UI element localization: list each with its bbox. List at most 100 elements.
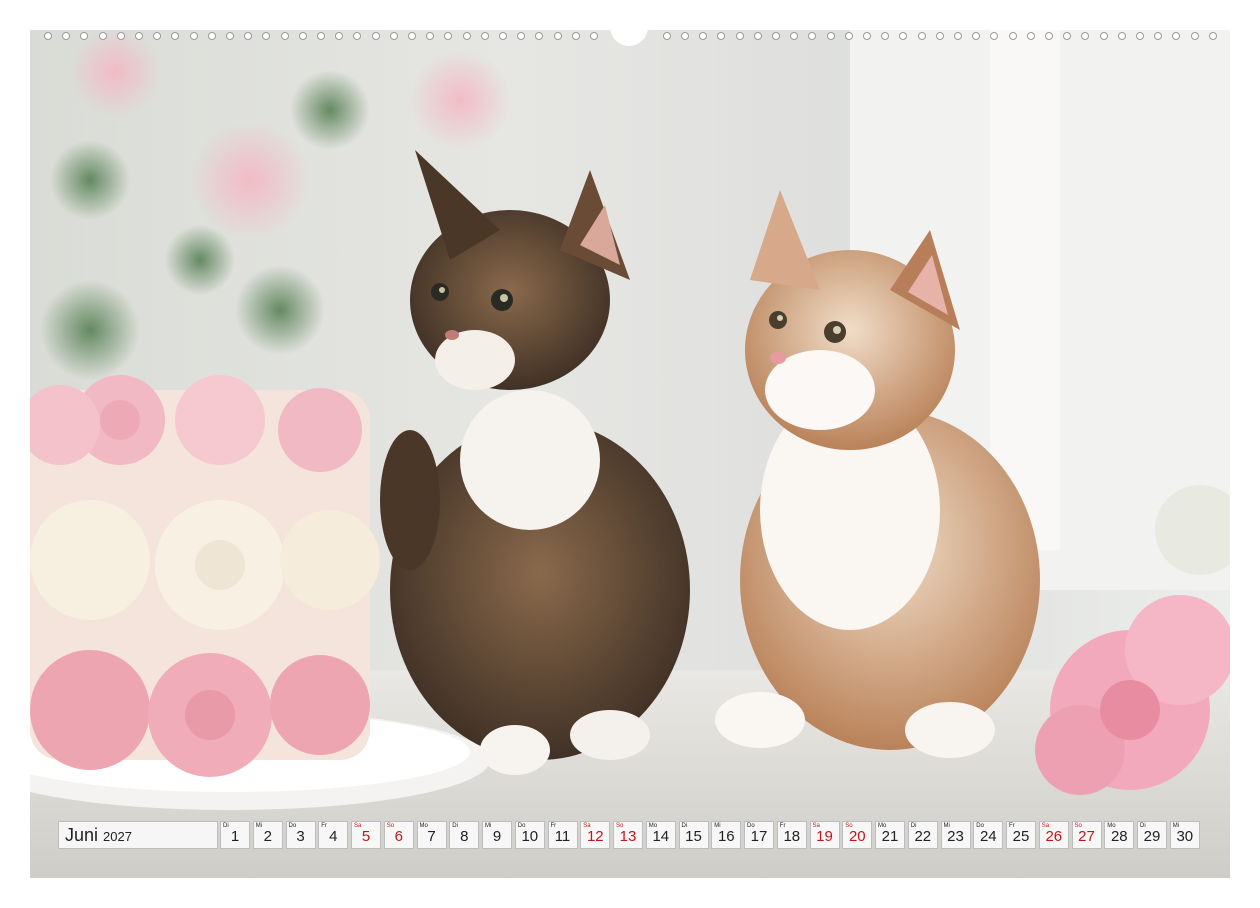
binding-hole: [1136, 32, 1144, 40]
day-cell: Sa 26: [1038, 821, 1069, 849]
binding-hole: [189, 32, 198, 40]
day-cell: Di 15: [678, 821, 709, 849]
day-number: 4: [329, 828, 338, 845]
binding-hole: [1208, 32, 1217, 40]
day-cell: So 6: [383, 821, 414, 849]
binding-hole: [499, 32, 507, 40]
binding-hole: [1045, 32, 1053, 40]
day-cell: Mi 23: [940, 821, 971, 849]
binding-hole: [44, 32, 52, 40]
binding-hole: [917, 32, 926, 40]
day-number: 23: [947, 828, 964, 845]
binding-hole: [1081, 32, 1090, 40]
binding-hole: [863, 32, 871, 40]
day-number: 29: [1143, 828, 1161, 845]
tabby-kitten: [380, 150, 690, 775]
day-number: 13: [619, 828, 637, 845]
day-number: 24: [979, 828, 997, 845]
day-number: 7: [427, 828, 436, 845]
binding-hole: [426, 32, 435, 40]
day-number: 25: [1012, 828, 1030, 845]
binding-hole: [62, 32, 71, 40]
hanger-notch: [610, 26, 648, 46]
binding-hole: [244, 32, 253, 40]
day-cell: So 13: [613, 821, 643, 849]
binding-hole: [662, 32, 671, 40]
day-cell: Fr 11: [547, 821, 578, 849]
binding-hole: [371, 32, 380, 40]
day-number: 6: [394, 828, 403, 845]
binding-hole: [826, 32, 835, 40]
binding-hole: [389, 32, 398, 40]
day-cell: Di 1: [220, 821, 250, 849]
binding-hole: [1026, 32, 1035, 40]
binding-hole: [772, 32, 780, 40]
cake-roses: [30, 375, 380, 777]
day-cell: Do 17: [744, 821, 774, 849]
binding-hole: [98, 32, 107, 40]
binding-hole: [899, 32, 908, 40]
day-cell: Mo 14: [645, 821, 676, 849]
binding-hole: [808, 32, 817, 40]
day-cell: Sa 19: [809, 821, 840, 849]
day-cell: Mo 28: [1104, 821, 1135, 849]
binding-hole: [954, 32, 962, 40]
day-cell: Mo 7: [416, 821, 447, 849]
binding-hole: [717, 32, 726, 40]
binding-hole: [990, 32, 999, 40]
day-cell: Mi 2: [252, 821, 283, 849]
day-number: 28: [1110, 828, 1128, 845]
day-cell: Sa 5: [351, 821, 381, 849]
binding-hole: [462, 32, 471, 40]
day-cell: Di 29: [1137, 821, 1167, 849]
day-number: 15: [685, 828, 702, 845]
day-number: 2: [263, 828, 272, 845]
day-number: 9: [492, 828, 502, 845]
binding-hole: [444, 32, 453, 40]
binding-hole: [153, 32, 162, 40]
day-number: 3: [296, 828, 305, 845]
binding-hole: [1154, 32, 1163, 40]
binding-hole: [353, 32, 362, 40]
binding-hole: [1008, 32, 1017, 40]
binding-hole: [590, 32, 598, 40]
day-number: 27: [1078, 828, 1095, 845]
day-number: 18: [783, 828, 801, 845]
binding-hole: [226, 32, 234, 40]
photo-illustration: [30, 30, 1230, 878]
binding-hole: [207, 32, 216, 40]
binding-hole: [408, 32, 416, 40]
binding-hole: [972, 32, 981, 40]
binding-hole: [681, 32, 689, 40]
month-label: Juni 2027: [58, 821, 218, 849]
binding-hole: [317, 32, 325, 40]
day-number: 20: [848, 828, 866, 845]
day-cell: Sa 12: [580, 821, 611, 849]
binding-hole: [881, 32, 890, 40]
binding-hole: [1117, 32, 1126, 40]
binding-hole: [753, 32, 762, 40]
binding-hole: [790, 32, 799, 40]
day-number: 1: [230, 828, 240, 845]
day-number: 5: [361, 828, 371, 845]
spiral-binding: [30, 26, 1230, 46]
day-number: 19: [816, 828, 833, 845]
binding-hole: [1063, 32, 1072, 40]
binding-hole: [1172, 32, 1181, 40]
binding-hole: [517, 32, 526, 40]
day-cell: Fr 18: [776, 821, 807, 849]
kitten-photo: [30, 30, 1230, 878]
day-cell: Di 22: [907, 821, 938, 849]
day-cell: Do 10: [514, 821, 545, 849]
day-cell: So 20: [842, 821, 873, 849]
binding-hole: [262, 32, 271, 40]
day-number: 12: [586, 828, 604, 845]
day-cell: Mi 9: [482, 821, 512, 849]
binding-hole: [480, 32, 489, 40]
binding-hole: [935, 32, 944, 40]
binding-hole: [699, 32, 708, 40]
day-number: 30: [1176, 828, 1194, 845]
day-number: 11: [554, 828, 571, 845]
day-number: 16: [717, 828, 735, 845]
binding-hole: [280, 32, 289, 40]
